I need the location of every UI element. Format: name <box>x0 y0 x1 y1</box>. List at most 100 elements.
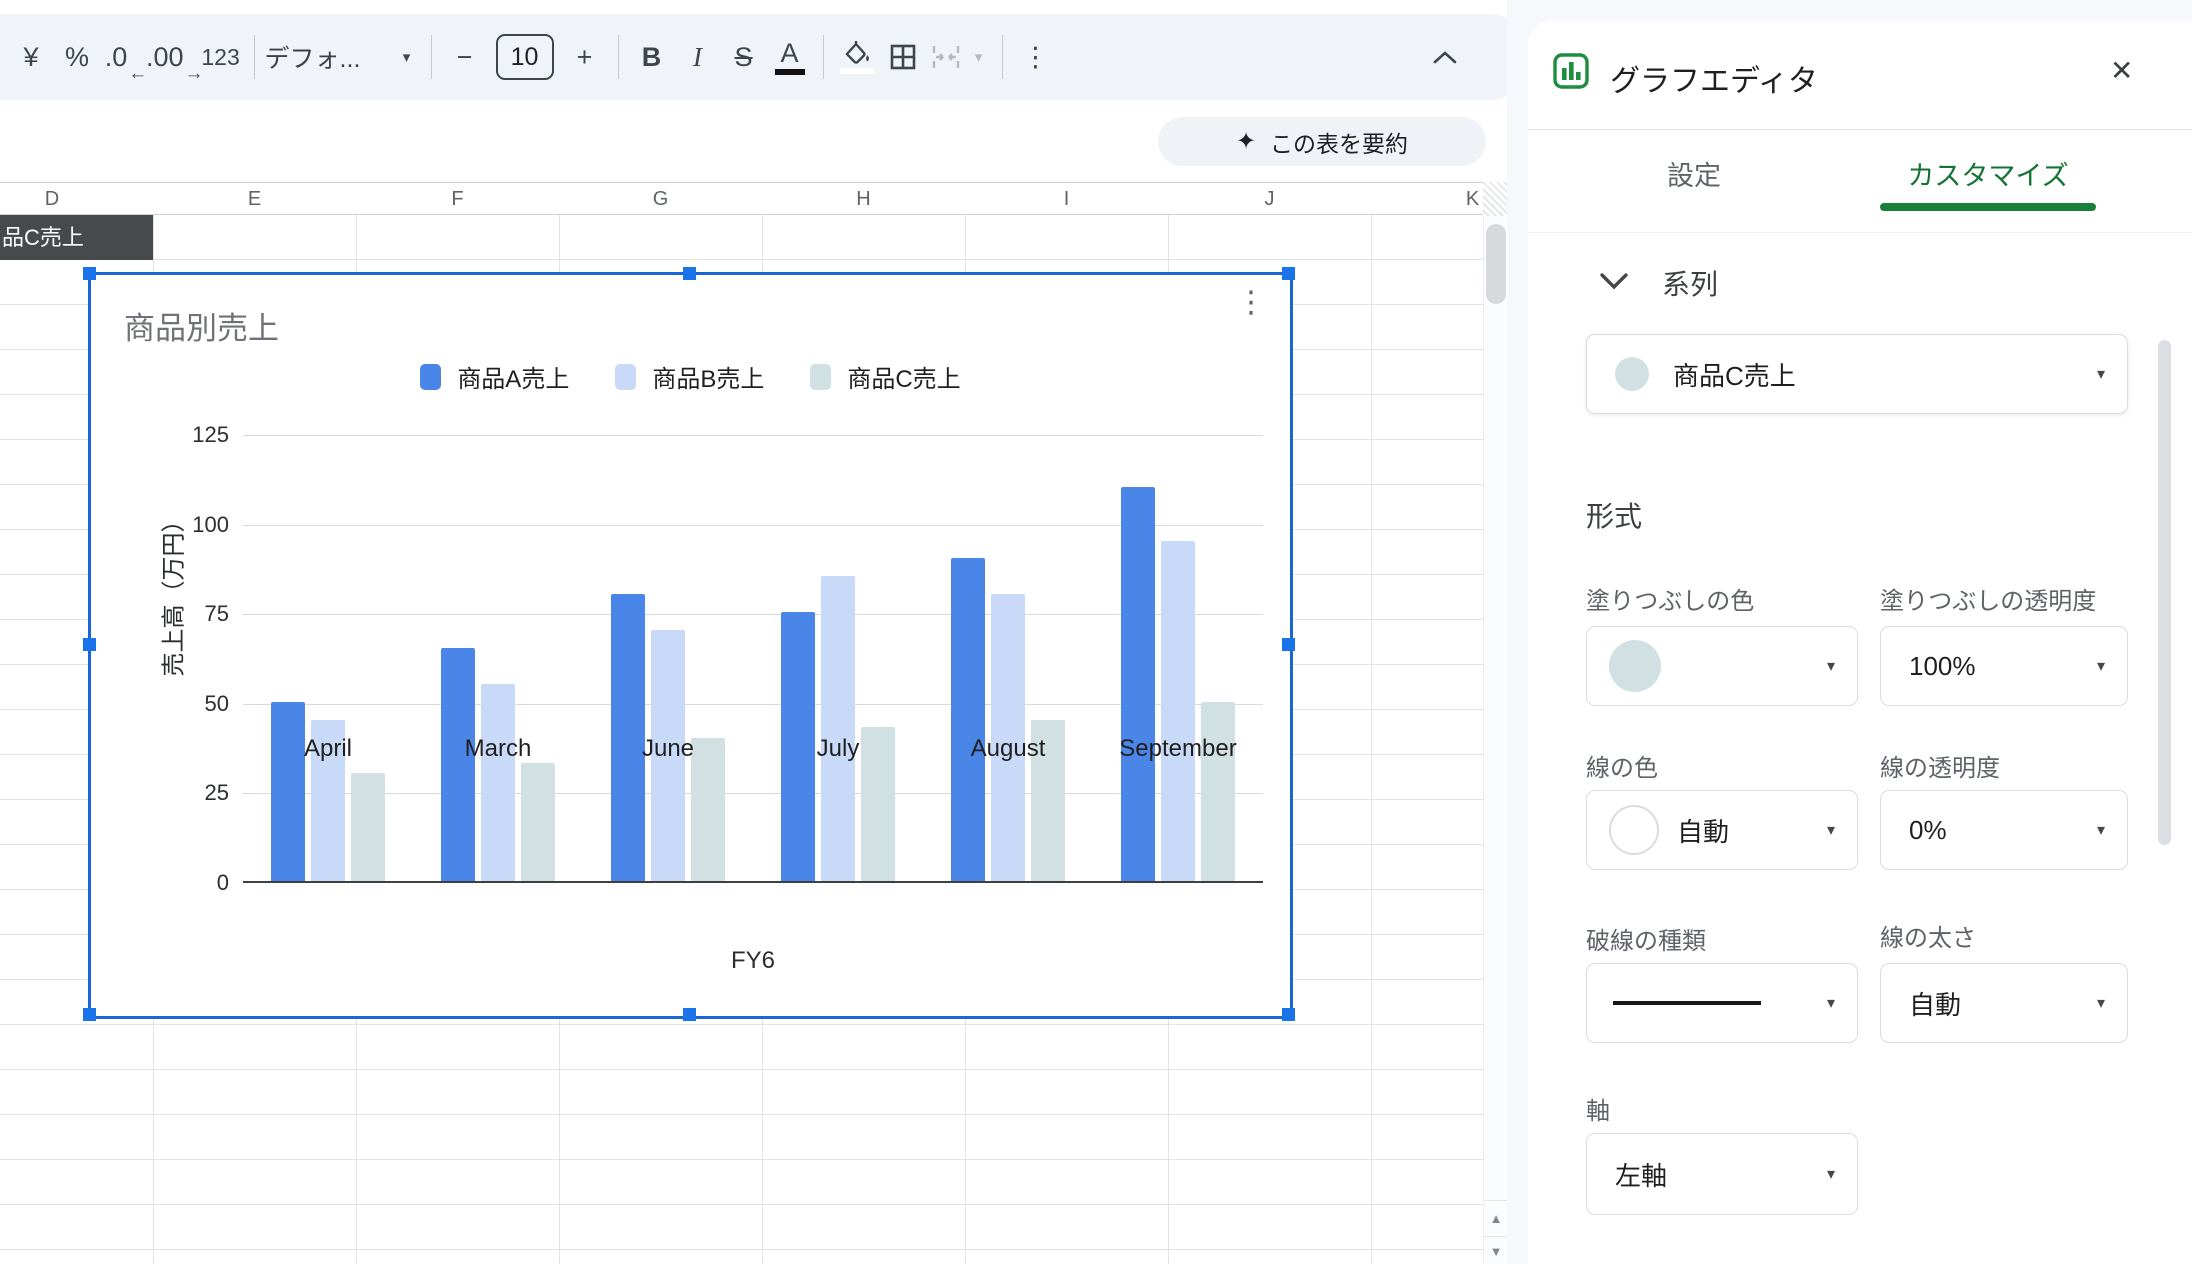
bar-商品B売上-September <box>1161 541 1195 881</box>
tab-settings[interactable]: 設定 <box>1667 154 1721 193</box>
chart-plot-area: 0255075100125 <box>243 435 1263 883</box>
line-color-label: 線の色 <box>1586 748 1658 783</box>
panel-scrollbar-thumb[interactable] <box>2158 340 2171 845</box>
column-header-K[interactable]: K <box>1466 183 1479 216</box>
dash-type-select[interactable]: ▾ <box>1586 963 1858 1043</box>
series-select[interactable]: 商品C売上 ▾ <box>1586 334 2128 414</box>
bar-商品C売上-June <box>691 738 725 881</box>
chart-editor-panel: グラフエディタ ✕ 設定 カスタマイズ 系列 商品C売上 ▾ 形式 塗りつぶしの… <box>1528 20 2192 1264</box>
selection-handle[interactable] <box>83 267 96 280</box>
close-panel-button[interactable]: ✕ <box>2110 54 2133 87</box>
paint-bucket-icon <box>843 40 871 66</box>
strikethrough-button[interactable]: S <box>721 33 767 81</box>
toolbar-divider <box>823 35 824 79</box>
percent-format-button[interactable]: % <box>54 33 100 81</box>
selection-handle[interactable] <box>83 638 96 651</box>
chart-gridline <box>243 614 1263 615</box>
line-color-select[interactable]: 自動 ▾ <box>1586 790 1858 870</box>
caret-down-icon: ▾ <box>1827 993 1835 1013</box>
column-header-I[interactable]: I <box>1064 183 1070 216</box>
bar-商品B売上-March <box>481 684 515 881</box>
merge-cells-icon <box>931 44 961 70</box>
x-tick-label: April <box>304 735 352 763</box>
fill-opacity-select[interactable]: 100% ▾ <box>1880 626 2128 706</box>
line-opacity-value: 0% <box>1909 815 1947 846</box>
decrease-decimal-arrow-icon: ← <box>128 63 147 85</box>
borders-button[interactable] <box>880 33 926 81</box>
column-header-F[interactable]: F <box>451 183 463 216</box>
more-formats-button[interactable]: 123 <box>198 33 244 81</box>
chart-legend: 商品A売上商品B売上商品C売上 <box>91 359 1290 394</box>
tab-customize[interactable]: カスタマイズ <box>1907 154 2068 193</box>
font-family-caret-icon[interactable]: ▾ <box>393 33 421 81</box>
series-swatch <box>1615 357 1649 391</box>
bold-button[interactable]: B <box>629 33 675 81</box>
y-tick-label: 25 <box>159 780 229 806</box>
selection-handle[interactable] <box>1282 267 1295 280</box>
decrease-decimal-button[interactable]: .0← <box>100 33 146 81</box>
axis-select[interactable]: 左軸 ▾ <box>1586 1133 1858 1215</box>
chart-menu-icon[interactable]: ⋮ <box>1236 285 1266 320</box>
legend-label: 商品C売上 <box>847 359 960 394</box>
toolbar-divider <box>1002 35 1003 79</box>
caret-down-icon: ▾ <box>2097 993 2105 1013</box>
series-select-value: 商品C売上 <box>1673 356 1796 393</box>
bar-商品A売上-April <box>271 702 305 881</box>
line-color-value: 自動 <box>1677 812 1729 849</box>
bar-商品A売上-March <box>441 648 475 881</box>
bar-商品C売上-September <box>1201 702 1235 881</box>
selection-handle[interactable] <box>1282 638 1295 651</box>
italic-button[interactable]: I <box>675 33 721 81</box>
merge-cells-caret-icon[interactable]: ▾ <box>966 33 992 81</box>
column-header-G[interactable]: G <box>653 183 669 216</box>
selection-handle[interactable] <box>683 267 696 280</box>
selection-handle[interactable] <box>1282 1008 1295 1021</box>
caret-down-icon: ▾ <box>2097 656 2105 676</box>
column-header-H[interactable]: H <box>856 183 870 216</box>
increase-font-size-button[interactable]: + <box>562 33 608 81</box>
embedded-chart[interactable]: 商品別売上 ⋮ 商品A売上商品B売上商品C売上 売上高（万円） 02550751… <box>88 272 1293 1019</box>
toolbar-divider <box>431 35 432 79</box>
fill-color-button[interactable] <box>834 33 880 81</box>
chevron-down-icon[interactable] <box>1598 271 1630 291</box>
fill-opacity-label: 塗りつぶしの透明度 <box>1880 581 2096 616</box>
column-header-J[interactable]: J <box>1265 183 1275 216</box>
x-tick-label: March <box>465 735 532 763</box>
legend-item: 商品A売上 <box>420 359 569 394</box>
caret-down-icon: ▾ <box>1827 1164 1835 1184</box>
selected-cell-d1[interactable]: 品C売上 <box>0 215 153 260</box>
selection-handle[interactable] <box>83 1008 96 1021</box>
merge-cells-button[interactable] <box>926 33 966 81</box>
font-family-select[interactable]: デフォ... <box>265 33 393 81</box>
increase-decimal-icon: .00 <box>146 42 184 72</box>
collapse-toolbar-button[interactable] <box>1422 33 1468 81</box>
line-opacity-select[interactable]: 0% ▾ <box>1880 790 2128 870</box>
panel-title: グラフエディタ <box>1610 56 1818 100</box>
scroll-down-button[interactable]: ▼ <box>1484 1244 1508 1259</box>
column-header-row: D E F G H I J K <box>0 182 1483 215</box>
bar-商品C売上-March <box>521 763 555 881</box>
increase-decimal-button[interactable]: .00→ <box>146 33 198 81</box>
fill-opacity-value: 100% <box>1909 651 1976 682</box>
font-size-input[interactable]: 10 <box>496 34 554 80</box>
sheet-scrollbar-thumb[interactable] <box>1486 224 1506 304</box>
summarize-table-button[interactable]: ✦ この表を要約 <box>1158 117 1486 166</box>
column-header-D[interactable]: D <box>45 183 59 216</box>
line-thickness-select[interactable]: 自動 ▾ <box>1880 963 2128 1043</box>
line-thickness-label: 線の太さ <box>1880 918 1976 953</box>
currency-format-button[interactable]: ¥ <box>8 33 54 81</box>
legend-item: 商品C売上 <box>810 359 960 394</box>
decrease-font-size-button[interactable]: − <box>442 33 488 81</box>
scrollbar-divider <box>1484 1200 1508 1201</box>
y-tick-label: 100 <box>159 512 229 538</box>
scroll-up-button[interactable]: ▲ <box>1484 1211 1508 1226</box>
line-opacity-label: 線の透明度 <box>1880 748 2000 783</box>
column-header-E[interactable]: E <box>248 183 261 216</box>
toolbar-overflow-button[interactable]: ⋮ <box>1013 33 1059 81</box>
text-color-button[interactable]: A <box>767 33 813 81</box>
axis-label: 軸 <box>1586 1091 1610 1126</box>
sheet-vertical-scrollbar[interactable]: ▲ ▼ <box>1483 216 1507 1264</box>
selection-handle[interactable] <box>683 1008 696 1021</box>
fill-color-select[interactable]: ▾ <box>1586 626 1858 706</box>
y-tick-label: 50 <box>159 691 229 717</box>
